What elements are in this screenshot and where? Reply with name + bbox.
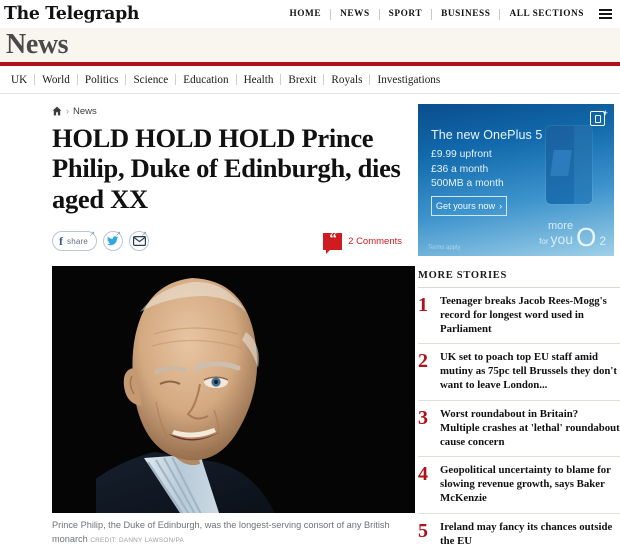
phone-illustration bbox=[546, 126, 592, 204]
telegraph-logo[interactable]: The Telegraph bbox=[4, 5, 139, 23]
article-headline: HOLD HOLD HOLD Prince Philip, Duke of Ed… bbox=[52, 123, 401, 214]
advertisement-banner[interactable]: + The new OnePlus 5 £9.99 upfront £36 a … bbox=[418, 104, 614, 256]
subnav-item-royals[interactable]: Royals bbox=[324, 74, 369, 86]
ad-headline: The new OnePlus 5 bbox=[431, 128, 543, 142]
facebook-share-button[interactable]: f share ↗ bbox=[52, 230, 98, 252]
primary-nav: HOME NEWS SPORT BUSINESS ALL SECTIONS bbox=[280, 8, 612, 20]
hamburger-bar bbox=[599, 17, 612, 19]
section-banner: News bbox=[0, 28, 620, 66]
o2-brand-sub: 2 bbox=[599, 234, 606, 248]
section-subnav: UK World Politics Science Education Heal… bbox=[0, 66, 620, 94]
breadcrumb-news-link[interactable]: News bbox=[73, 106, 97, 117]
hamburger-bar bbox=[599, 9, 612, 11]
sidebar: + The new OnePlus 5 £9.99 upfront £36 a … bbox=[418, 104, 620, 544]
ad-price-line-1: £9.99 upfront bbox=[431, 149, 492, 160]
prince-philip-portrait bbox=[96, 278, 275, 514]
list-item[interactable]: 3 Worst roundabout in Britain? Multiple … bbox=[418, 401, 620, 458]
page-body: › News HOLD HOLD HOLD Prince Philip, Duk… bbox=[0, 94, 620, 544]
ad-cta-button[interactable]: Get yours now › bbox=[431, 196, 507, 216]
quote-glyph: “ bbox=[329, 231, 336, 248]
ad-price-line-2: £36 a month bbox=[431, 163, 489, 175]
o2-brand-letter: O bbox=[576, 222, 597, 253]
quote-bubble-icon: “ bbox=[323, 231, 343, 254]
hamburger-icon[interactable] bbox=[599, 9, 612, 19]
external-link-icon: ↗ bbox=[89, 230, 96, 239]
ad-cta-label: Get yours now bbox=[435, 201, 496, 211]
twitter-share-button[interactable]: ↗ bbox=[103, 230, 124, 252]
o2-slogan-for: for bbox=[539, 237, 549, 246]
more-stories-heading: MORE STORIES bbox=[418, 270, 620, 288]
story-title: Worst roundabout in Britain? Multiple cr… bbox=[440, 407, 620, 448]
ad-terms-text: Terms apply bbox=[428, 245, 461, 251]
breadcrumb: › News bbox=[52, 104, 410, 118]
email-share-button[interactable]: ↗ bbox=[129, 230, 150, 252]
story-rank: 1 bbox=[418, 294, 428, 316]
home-icon[interactable] bbox=[52, 106, 62, 116]
o2-slogan-you: you bbox=[550, 231, 574, 247]
nav-business[interactable]: BUSINESS bbox=[432, 9, 499, 19]
breadcrumb-separator: › bbox=[66, 106, 69, 116]
story-title: Ireland may fancy its chances outside th… bbox=[440, 520, 613, 544]
external-link-icon: ↗ bbox=[141, 230, 148, 239]
article-column: › News HOLD HOLD HOLD Prince Philip, Duk… bbox=[0, 104, 418, 544]
page-title: News bbox=[6, 29, 69, 60]
subnav-item-uk[interactable]: UK bbox=[4, 74, 34, 86]
phone-screen-glyph bbox=[550, 150, 572, 176]
nav-home[interactable]: HOME bbox=[280, 9, 330, 19]
list-item[interactable]: 1 Teenager breaks Jacob Rees-Mogg's reco… bbox=[418, 288, 620, 345]
story-rank: 2 bbox=[418, 350, 428, 373]
subnav-item-world[interactable]: World bbox=[35, 74, 77, 86]
article-hero-image bbox=[52, 266, 415, 514]
plus-glyph: + bbox=[602, 108, 608, 118]
nav-sport[interactable]: SPORT bbox=[380, 9, 431, 19]
oneplus-mark bbox=[594, 114, 601, 123]
story-rank: 5 bbox=[418, 519, 428, 542]
oneplus-logo-icon: + bbox=[590, 108, 608, 126]
facebook-share-label: share bbox=[67, 236, 89, 246]
subnav-item-health[interactable]: Health bbox=[237, 74, 281, 86]
masthead: The Telegraph HOME NEWS SPORT BUSINESS A… bbox=[0, 0, 620, 28]
ad-price-lines: £9.99 upfront £36 a month 500MB a month bbox=[431, 148, 504, 192]
story-title: Teenager breaks Jacob Rees-Mogg's record… bbox=[440, 295, 607, 335]
story-title: Geopolitical uncertainty to blame for sl… bbox=[440, 464, 611, 504]
facebook-icon: f bbox=[59, 234, 63, 249]
nav-news[interactable]: NEWS bbox=[331, 9, 379, 19]
share-bar: f share ↗ ↗ ↗ “ 2 Comments bbox=[52, 228, 410, 254]
subnav-item-brexit[interactable]: Brexit bbox=[281, 74, 323, 86]
chevron-right-icon: › bbox=[499, 201, 503, 211]
subnav-item-education[interactable]: Education bbox=[176, 74, 235, 86]
subnav-item-investigations[interactable]: Investigations bbox=[370, 74, 447, 86]
hamburger-bar bbox=[599, 13, 612, 15]
ad-price-line-3: 500MB a month bbox=[431, 178, 504, 190]
story-title: UK set to poach top EU staff amid mutiny… bbox=[440, 351, 617, 392]
comments-count: 2 Comments bbox=[348, 235, 402, 247]
external-link-icon: ↗ bbox=[115, 230, 122, 239]
comments-link[interactable]: “ 2 Comments bbox=[323, 231, 402, 254]
list-item[interactable]: 2 UK set to poach top EU staff amid muti… bbox=[418, 344, 620, 401]
image-caption: Prince Philip, the Duke of Edinburgh, wa… bbox=[52, 513, 415, 544]
subnav-item-politics[interactable]: Politics bbox=[78, 74, 126, 86]
image-credit: CREDIT: DANNY LAWSON/PA bbox=[90, 536, 185, 544]
o2-logo: more for you O 2 bbox=[539, 221, 606, 253]
nav-all-sections[interactable]: ALL SECTIONS bbox=[500, 9, 593, 19]
story-rank: 3 bbox=[418, 406, 428, 429]
subnav-item-science[interactable]: Science bbox=[126, 74, 175, 86]
list-item[interactable]: 5 Ireland may fancy its chances outside … bbox=[418, 514, 620, 544]
list-item[interactable]: 4 Geopolitical uncertainty to blame for … bbox=[418, 457, 620, 514]
story-rank: 4 bbox=[418, 463, 428, 486]
